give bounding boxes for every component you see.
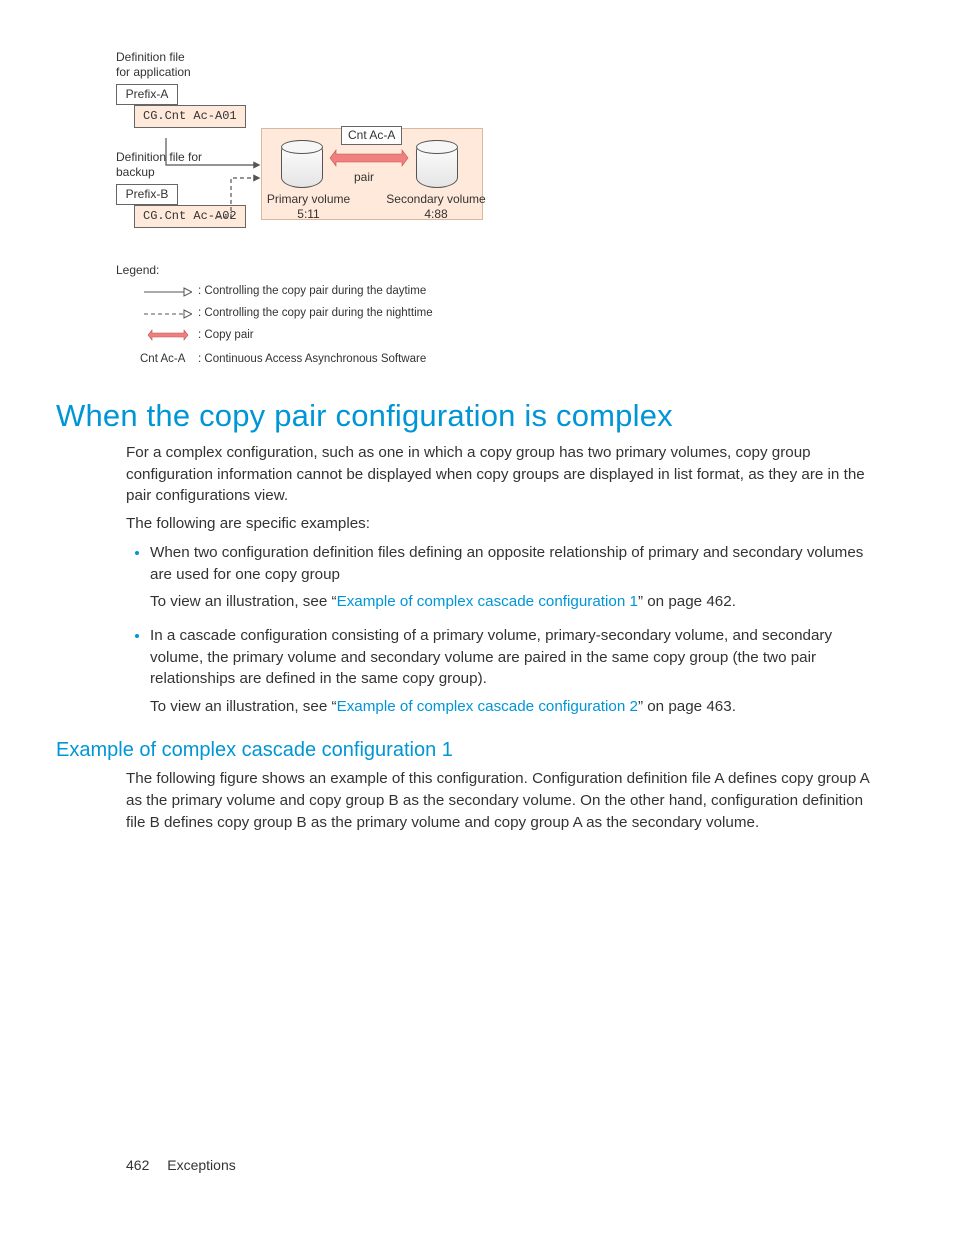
- cnt-ac-label: Cnt Ac-A: [341, 126, 402, 145]
- list-item-sub-post: ” on page 462.: [638, 593, 736, 610]
- label-def-file-backup: Definition file for backup: [116, 150, 202, 180]
- heading-example1: Example of complex cascade configuration…: [56, 739, 898, 762]
- file-b: CG.Cnt Ac-A02: [134, 205, 246, 228]
- diagram: Definition file for application Prefix-A…: [116, 50, 576, 380]
- xref-link[interactable]: Example of complex cascade configuration…: [337, 593, 638, 610]
- label-pair: pair: [354, 170, 374, 185]
- xref-link[interactable]: Example of complex cascade configuration…: [337, 698, 638, 715]
- list-item-lead: In a cascade configuration consisting of…: [150, 627, 832, 687]
- label-def-file-app: Definition file for application: [116, 50, 191, 80]
- legend-row-4: : Continuous Access Asynchronous Softwar…: [198, 352, 426, 366]
- list-item-sub-pre: To view an illustration, see “: [150, 593, 337, 610]
- legend-key-4: Cnt Ac-A: [140, 352, 185, 366]
- para-example1: The following figure shows an example of…: [126, 768, 872, 833]
- label-secondary-volume: Secondary volume 4:88: [386, 192, 486, 222]
- list-item: When two configuration definition files …: [150, 542, 872, 613]
- page-footer: 462 Exceptions: [126, 1157, 236, 1173]
- heading-main: When the copy pair configuration is comp…: [56, 398, 898, 434]
- section-name: Exceptions: [167, 1157, 235, 1173]
- legend-row-2: : Controlling the copy pair during the n…: [198, 306, 433, 320]
- list-item: In a cascade configuration consisting of…: [150, 625, 872, 717]
- cylinder-primary: [281, 140, 323, 188]
- list-item-sub-pre: To view an illustration, see “: [150, 698, 337, 715]
- list-item-sub-post: ” on page 463.: [638, 698, 736, 715]
- legend-key-2: [144, 309, 192, 323]
- para-examples-intro: The following are specific examples:: [126, 513, 872, 535]
- label-primary-volume: Primary volume 5:11: [266, 192, 351, 222]
- para-intro: For a complex configuration, such as one…: [126, 442, 872, 507]
- box-prefix-a: Prefix-A: [116, 84, 178, 105]
- legend-title: Legend:: [116, 263, 159, 278]
- legend-row-3: : Copy pair: [198, 328, 254, 342]
- legend-row-1: : Controlling the copy pair during the d…: [198, 284, 426, 298]
- list-item-lead: When two configuration definition files …: [150, 544, 863, 583]
- legend-key-1: [144, 287, 192, 301]
- page-number: 462: [126, 1157, 149, 1173]
- file-a: CG.Cnt Ac-A01: [134, 105, 246, 128]
- legend-key-3: [144, 328, 192, 346]
- cylinder-secondary: [416, 140, 458, 188]
- example-list: When two configuration definition files …: [126, 542, 872, 717]
- box-prefix-b: Prefix-B: [116, 184, 178, 205]
